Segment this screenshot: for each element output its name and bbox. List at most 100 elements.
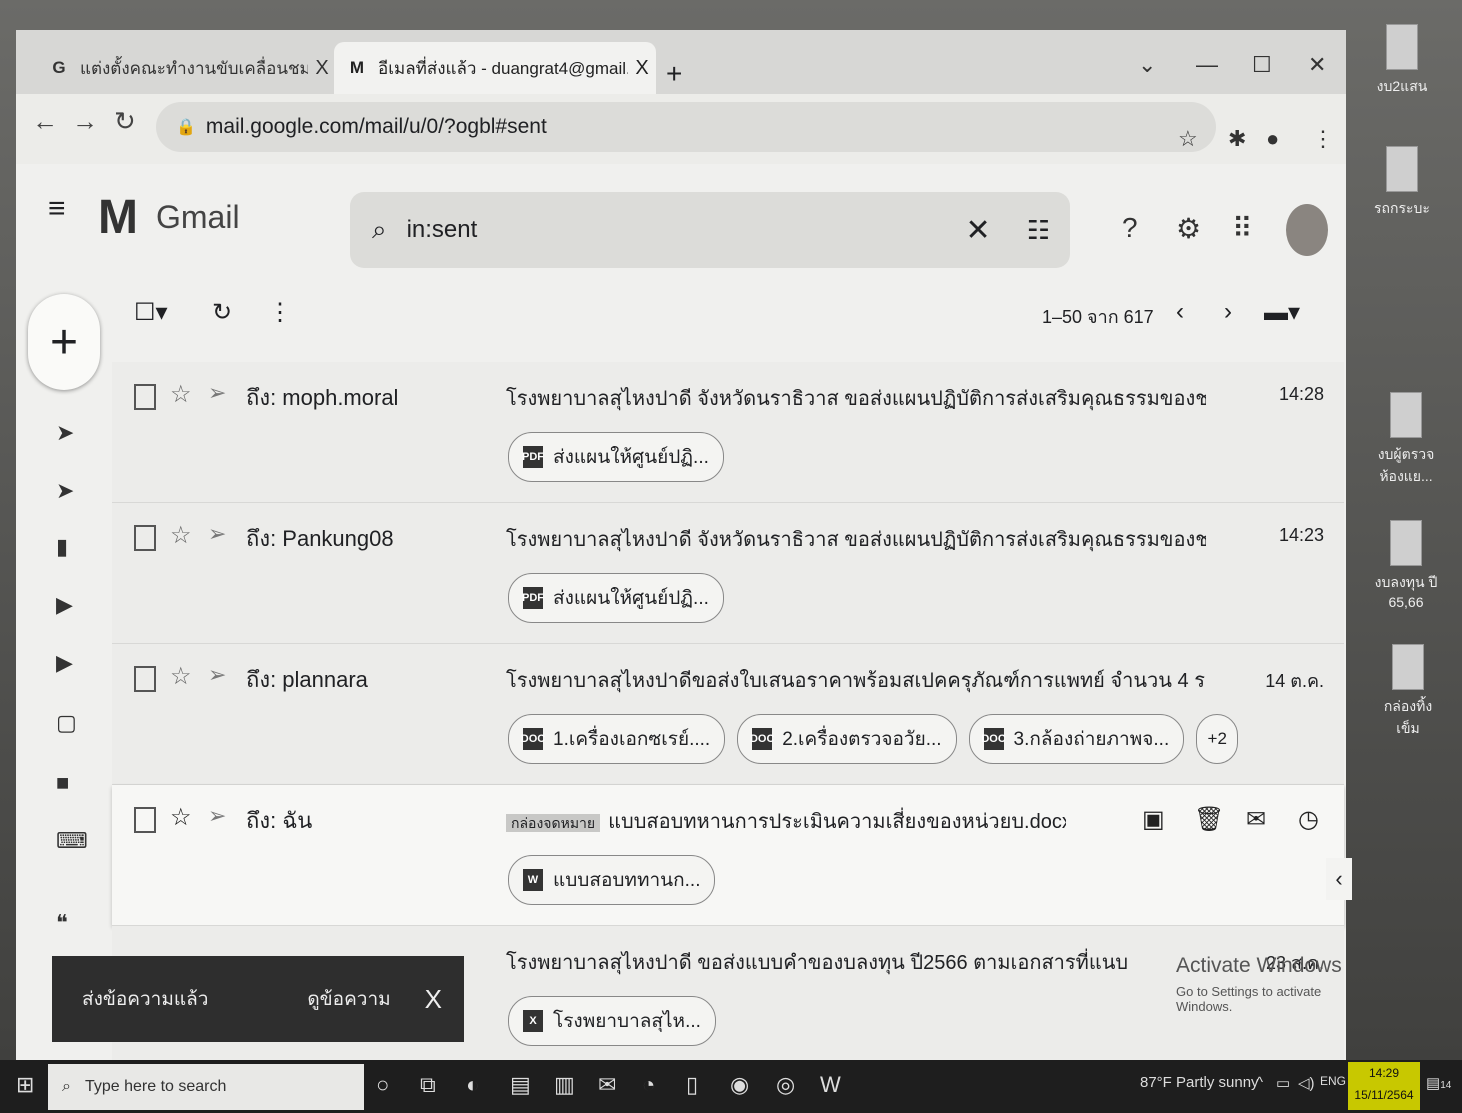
drafts-icon[interactable]: ▮: [56, 534, 68, 560]
forward-icon[interactable]: →: [72, 106, 98, 137]
extensions-icon[interactable]: ✱: [1228, 126, 1246, 152]
store-icon[interactable]: ▥: [554, 1072, 575, 1098]
document-icon[interactable]: ▯: [686, 1072, 698, 1098]
attachment-chip[interactable]: DOC 3.กล้องถ่ายภาพจ...: [968, 714, 1185, 764]
taskbar-search[interactable]: ⌕ Type here to search: [48, 1064, 364, 1110]
importance-marker-icon[interactable]: ➢: [208, 380, 226, 406]
bookmark-star-icon[interactable]: ☆: [1178, 126, 1198, 152]
meet-video-icon[interactable]: ■: [56, 770, 69, 796]
importance-marker-icon[interactable]: ➢: [208, 662, 226, 688]
row-checkbox[interactable]: [134, 384, 156, 410]
app-icon[interactable]: ◔: [642, 1072, 655, 1098]
delete-icon[interactable]: 🗑: [1194, 805, 1224, 834]
row-checkbox[interactable]: [134, 807, 156, 833]
more-actions-icon[interactable]: ⋮: [268, 298, 292, 327]
browser-menu-icon[interactable]: ⋮: [1312, 126, 1334, 152]
file-explorer-icon[interactable]: ▤: [510, 1072, 531, 1098]
email-row[interactable]: ☆ ➢ ถึง: plannara โรงพยาบาลสุไหงปาดีขอส่…: [112, 644, 1344, 785]
desktop-icon[interactable]: กล่องทิ้ง เข็ม: [1376, 644, 1440, 740]
tab-search-icon[interactable]: ⌄: [1138, 52, 1156, 78]
minimize-button[interactable]: —: [1196, 52, 1218, 78]
tab-google-doc[interactable]: G แต่งตั้งคณะทำงานขับเคลื่อนชมรมจริยธ X: [36, 42, 336, 94]
tray-overflow-icon[interactable]: ^: [1256, 1074, 1263, 1091]
taskbar-clock[interactable]: 14:29 15/11/2564: [1348, 1062, 1420, 1110]
maximize-button[interactable]: ☐: [1252, 52, 1272, 78]
word-icon[interactable]: W: [820, 1072, 841, 1098]
network-icon[interactable]: ▭: [1276, 1074, 1290, 1092]
volume-icon[interactable]: ◁): [1298, 1074, 1315, 1092]
profile-avatar[interactable]: ●: [1266, 126, 1279, 152]
view-message-link[interactable]: ดูข้อความ: [307, 984, 390, 1014]
address-bar[interactable]: 🔒 mail.google.com/mail/u/0/?ogbl#sent: [156, 102, 1216, 152]
row-checkbox[interactable]: [134, 525, 156, 551]
desktop-icon[interactable]: งบ2แสน: [1370, 24, 1434, 98]
new-tab-button[interactable]: +: [666, 58, 682, 90]
meet-join-keyboard-icon[interactable]: ⌨: [56, 828, 88, 854]
email-row[interactable]: ☆ ➢ ถึง: moph.moral โรงพยาบาลสุไหงปาดี จ…: [112, 362, 1344, 503]
star-icon[interactable]: ☆: [170, 380, 192, 409]
desktop-icon[interactable]: งบผู้ตรวจ ห้องแย...: [1374, 392, 1438, 488]
importance-marker-icon[interactable]: ➢: [208, 521, 226, 547]
older-page-icon[interactable]: ‹: [1176, 298, 1184, 326]
label-icon[interactable]: ▶: [56, 592, 73, 618]
close-tab-button[interactable]: X: [628, 57, 656, 80]
search-options-icon[interactable]: ☷: [1027, 215, 1050, 246]
desktop-icon[interactable]: งบลงทุน ปี 65,66: [1374, 520, 1438, 610]
star-icon[interactable]: ☆: [170, 521, 192, 550]
account-avatar[interactable]: [1286, 204, 1328, 256]
meet-new-icon[interactable]: ▢: [56, 710, 77, 736]
snooze-icon[interactable]: ◷: [1298, 805, 1319, 834]
close-snackbar-button[interactable]: X: [425, 984, 442, 1015]
sent-icon[interactable]: ➤: [56, 478, 74, 504]
tab-gmail-sent[interactable]: M อีเมลที่ส่งแล้ว - duangrat4@gmail.c X: [334, 42, 656, 94]
attachment-chip[interactable]: PDF ส่งแผนให้ศูนย์ปฏิ...: [508, 573, 724, 623]
help-icon[interactable]: ?: [1122, 212, 1138, 244]
settings-gear-icon[interactable]: ⚙: [1176, 212, 1201, 245]
side-panel-toggle-icon[interactable]: ‹: [1326, 858, 1352, 900]
important-icon[interactable]: ➤: [56, 420, 74, 446]
row-checkbox[interactable]: [134, 666, 156, 692]
mark-unread-icon[interactable]: ✉: [1246, 805, 1266, 834]
attachment-chip[interactable]: PDF ส่งแผนให้ศูนย์ปฏิ...: [508, 432, 724, 482]
chrome-icon[interactable]: ◎: [776, 1072, 795, 1098]
gmail-logo[interactable]: M Gmail: [98, 190, 240, 245]
clear-search-icon[interactable]: ✕: [966, 213, 991, 248]
star-icon[interactable]: ☆: [170, 662, 192, 691]
line-icon[interactable]: ◉: [730, 1072, 749, 1098]
archive-icon[interactable]: ▣: [1142, 805, 1165, 834]
task-view-icon[interactable]: ⧉: [420, 1072, 436, 1098]
close-window-button[interactable]: ✕: [1308, 52, 1326, 78]
importance-marker-icon[interactable]: ➢: [208, 803, 226, 829]
attachment-chip[interactable]: DOC 1.เครื่องเอกซเรย์....: [508, 714, 726, 764]
hangouts-icon[interactable]: ❝: [56, 910, 68, 936]
start-windows-icon[interactable]: ⊞: [16, 1072, 34, 1098]
inbox-label[interactable]: กล่องจดหมาย: [506, 814, 601, 832]
back-icon[interactable]: ←: [32, 106, 58, 137]
label-icon[interactable]: ▶: [56, 650, 73, 676]
edge-icon[interactable]: ◐: [466, 1072, 479, 1098]
apps-grid-icon[interactable]: ⠿: [1232, 212, 1253, 245]
search-box[interactable]: ⌕ in:sent ✕ ☷: [350, 192, 1070, 268]
attachment-chip[interactable]: W แบบสอบททานก...: [508, 855, 716, 905]
attachment-chip[interactable]: X โรงพยาบาลสุไห...: [508, 996, 716, 1046]
main-menu-icon[interactable]: ≡: [48, 192, 66, 226]
search-icon[interactable]: ⌕: [372, 214, 387, 246]
close-tab-button[interactable]: X: [308, 57, 336, 80]
more-attachments-chip[interactable]: +2: [1196, 714, 1239, 764]
compose-button[interactable]: +: [28, 294, 100, 390]
refresh-icon[interactable]: ↻: [212, 298, 232, 327]
weather-widget[interactable]: 87°F Partly sunny: [1140, 1074, 1259, 1091]
attachment-chip[interactable]: DOC 2.เครื่องตรวจอวัย...: [737, 714, 957, 764]
language-indicator[interactable]: ENG: [1320, 1074, 1346, 1088]
search-input[interactable]: in:sent: [407, 216, 966, 244]
desktop-icon[interactable]: รถกระบะ: [1370, 146, 1434, 220]
notification-center-icon[interactable]: ▤14: [1426, 1074, 1451, 1092]
input-tools-icon[interactable]: ▬▾: [1264, 298, 1300, 327]
star-icon[interactable]: ☆: [170, 803, 192, 832]
cortana-icon[interactable]: ○: [376, 1072, 389, 1098]
email-row[interactable]: ☆ ➢ ถึง: Pankung08 โรงพยาบาลสุไหงปาดี จั…: [112, 503, 1344, 644]
reload-icon[interactable]: ↻: [114, 106, 136, 137]
email-row[interactable]: ☆ ➢ ถึง: ฉัน กล่องจดหมาย แบบสอบทหานการประ…: [112, 785, 1344, 926]
select-all-checkbox[interactable]: ☐▾: [134, 298, 168, 327]
mail-icon[interactable]: ✉: [598, 1072, 616, 1098]
